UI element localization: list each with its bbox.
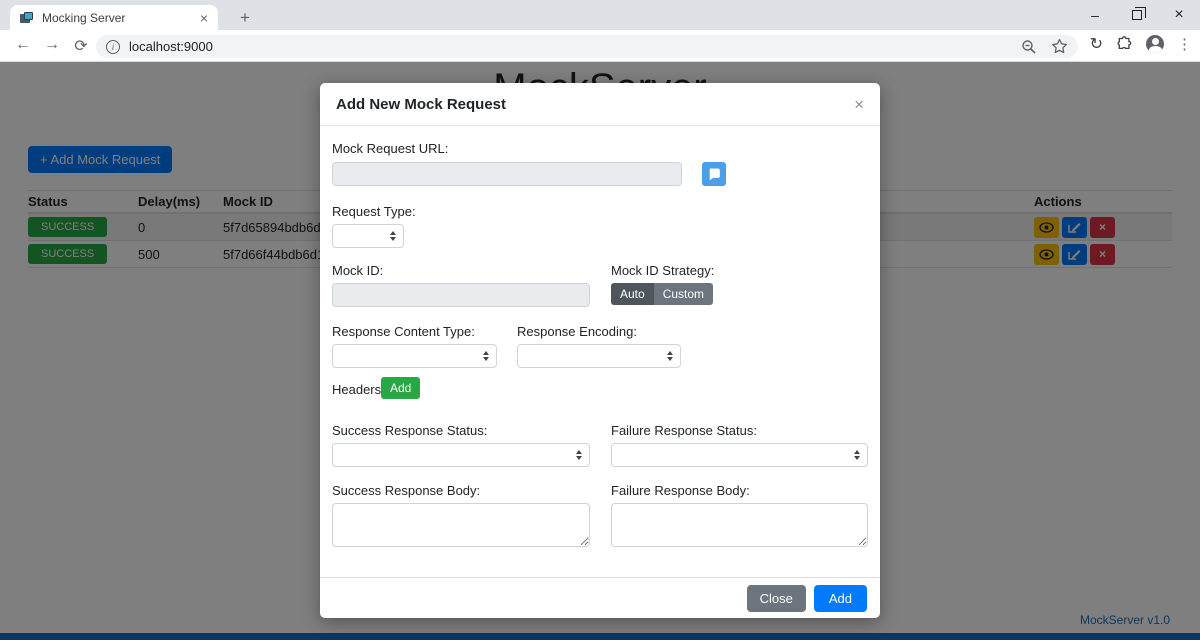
failure-response-body-textarea[interactable] [611,503,868,547]
success-response-body-label: Success Response Body: [332,483,480,498]
tab-favicon-icon [20,12,34,24]
url-text[interactable]: localhost:9000 [129,39,1021,54]
modal-add-button[interactable]: Add [814,585,867,612]
restore-icon [1132,10,1142,20]
failure-response-status-select[interactable] [611,443,868,467]
modal-header: Add New Mock Request × [320,83,880,126]
forward-icon[interactable]: → [41,36,63,54]
response-content-type-select[interactable] [332,344,497,368]
new-tab-button[interactable]: + [232,5,258,30]
address-bar[interactable]: i localhost:9000 [96,35,1078,58]
response-encoding-select[interactable] [517,344,681,368]
reload-icon[interactable]: ⟳ [70,36,92,56]
success-response-status-select[interactable] [332,443,590,467]
copy-url-button[interactable] [702,162,726,186]
copy-url-icon [707,167,721,181]
failure-response-body-label: Failure Response Body: [611,483,750,498]
success-response-status-label: Success Response Status: [332,423,487,438]
minimize-button[interactable]: – [1074,0,1116,30]
response-encoding-label: Response Encoding: [517,324,637,339]
mock-id-label: Mock ID: [332,263,383,278]
mock-request-url-input[interactable] [332,162,682,186]
back-icon[interactable]: ← [12,36,34,54]
mock-request-url-label: Mock Request URL: [332,141,448,156]
tab-strip: Mocking Server × + – × [0,0,1200,30]
mock-id-strategy-label: Mock ID Strategy: [611,263,714,278]
success-response-body-textarea[interactable] [332,503,590,547]
profile-avatar[interactable] [1146,35,1164,53]
close-window-button[interactable]: × [1158,0,1200,30]
select-caret-icon [483,351,489,361]
response-content-type-label: Response Content Type: [332,324,475,339]
select-caret-icon [576,450,582,460]
add-mock-request-modal: Add New Mock Request × Mock Request URL:… [320,83,880,618]
bookmark-star-icon[interactable] [1051,38,1068,55]
menu-kebab-icon[interactable]: ⋮ [1177,35,1192,53]
modal-close-icon[interactable]: × [854,96,864,113]
browser-tab[interactable]: Mocking Server × [10,5,218,30]
site-info-icon[interactable]: i [106,40,120,54]
mock-id-input[interactable] [332,283,590,307]
tab-close-icon[interactable]: × [200,11,208,25]
tab-title: Mocking Server [42,11,200,25]
strategy-custom-button[interactable]: Custom [654,283,713,305]
toolbar-right-icons: ↻ ⋮ [1090,34,1192,54]
extensions-puzzle-icon[interactable] [1116,36,1133,53]
history-extension-icon[interactable]: ↻ [1090,34,1103,54]
browser-window: Mocking Server × + – × ← → ⟳ i localhost… [0,0,1200,640]
request-type-select[interactable] [332,224,404,248]
select-caret-icon [390,231,396,241]
modal-footer: Close Add [320,577,880,618]
strategy-auto-button[interactable]: Auto [611,283,654,305]
select-caret-icon [667,351,673,361]
mock-id-strategy-group: Auto Custom [611,283,713,305]
restore-button[interactable] [1116,0,1158,30]
modal-title: Add New Mock Request [336,96,854,113]
select-caret-icon [854,450,860,460]
headers-add-button[interactable]: Add [381,377,420,399]
window-controls: – × [1074,0,1200,30]
zoom-icon[interactable] [1021,39,1037,55]
modal-close-button[interactable]: Close [747,585,806,612]
failure-response-status-label: Failure Response Status: [611,423,757,438]
headers-label: Headers: [332,382,385,397]
request-type-label: Request Type: [332,204,416,219]
